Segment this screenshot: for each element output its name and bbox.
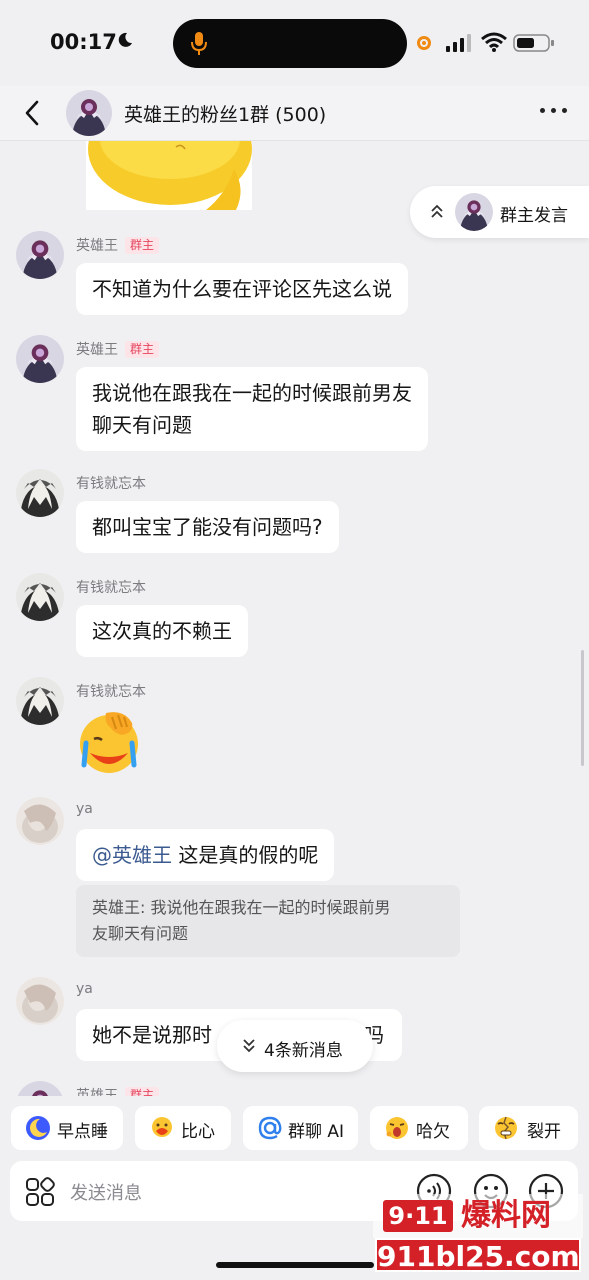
sender-name: 有钱就忘本 [76, 476, 146, 492]
watermark-header: 9·11 爆料网 [373, 1194, 583, 1238]
message-bubble[interactable]: 都叫宝宝了能没有问题吗? [76, 501, 339, 553]
quick-reply-button[interactable]: 哈欠 [370, 1106, 468, 1150]
heart-hands-icon [152, 1117, 172, 1137]
quick-reply-bar: 早点睡 比心 群聊 AI 哈欠 裂开 [0, 1100, 589, 1156]
message-line: 聊天有问题 [92, 413, 192, 437]
owner-messages-label: 群主发言 [500, 206, 568, 226]
message-bubble[interactable]: 不知道为什么要在评论区先这么说 [76, 263, 408, 315]
message-text: 她不是说那时 [92, 1023, 212, 1047]
status-bar: 00:17 [0, 0, 589, 86]
more-options-icon[interactable] [540, 104, 568, 116]
owner-badge: 群主 [125, 237, 160, 254]
avatar[interactable] [16, 977, 64, 1025]
message-line: 我说他在跟我在一起的时候跟前男友 [92, 381, 412, 405]
sender-name: ya [76, 801, 93, 817]
at-icon [258, 1116, 282, 1140]
owner-badge: 群主 [125, 341, 160, 358]
watermark-name: 爆料网 [461, 1198, 551, 1233]
microphone-icon [191, 32, 207, 55]
quoted-message[interactable]: 英雄王: 我说他在跟我在一起的时候跟前男 友聊天有问题 [76, 885, 460, 957]
quick-reply-label: 裂开 [527, 1122, 561, 1142]
double-chevron-down-icon [243, 1039, 255, 1053]
yawn-icon [386, 1117, 408, 1139]
new-messages-button[interactable]: 4条新消息 [217, 1020, 373, 1072]
group-avatar[interactable] [66, 90, 112, 136]
moon-icon [26, 1116, 50, 1140]
recording-indicator-icon [417, 36, 431, 50]
scrollbar[interactable] [581, 650, 584, 766]
sender-name: 英雄王 群主 [76, 339, 160, 359]
avatar[interactable] [16, 677, 64, 725]
avatar[interactable] [16, 573, 64, 621]
message-bubble[interactable]: 这次真的不赖王 [76, 605, 248, 657]
avatar[interactable] [16, 469, 64, 517]
sticker-image [86, 141, 252, 210]
quick-reply-label: 早点睡 [57, 1122, 108, 1142]
quick-reply-label: 群聊 AI [288, 1122, 345, 1142]
avatar[interactable] [16, 231, 64, 279]
quick-reply-button[interactable]: 比心 [135, 1106, 231, 1150]
quick-reply-button[interactable]: 裂开 [479, 1106, 578, 1150]
quick-reply-label: 哈欠 [416, 1122, 450, 1142]
quote-line: 英雄王: 我说他在跟我在一起的时候跟前男 [92, 898, 391, 917]
mention-link[interactable]: @英雄王 [92, 843, 172, 867]
sender-name: ya [76, 981, 93, 997]
quote-line: 友聊天有问题 [92, 924, 189, 943]
owner-avatar [455, 193, 493, 231]
facepalm-crying-emoji-icon[interactable] [76, 709, 142, 775]
moon-icon [118, 32, 132, 47]
watermark: 9·11 爆料网 911bl25.com [373, 1194, 583, 1276]
sender-name: 有钱就忘本 [76, 580, 146, 596]
quick-reply-button[interactable]: 群聊 AI [243, 1106, 358, 1150]
owner-messages-button[interactable]: 群主发言 [410, 186, 589, 238]
chat-header: 英雄王的粉丝1群 (500) [0, 86, 589, 141]
sender-name: 英雄王 群主 [76, 1085, 160, 1096]
apps-grid-icon[interactable] [25, 1177, 55, 1207]
back-arrow-icon[interactable] [20, 98, 44, 128]
wifi-icon [481, 32, 507, 52]
watermark-url: 911bl25.com [375, 1238, 581, 1273]
message-input[interactable]: 发送消息 [70, 1179, 142, 1205]
sender-name: 有钱就忘本 [76, 684, 146, 700]
message-bubble[interactable]: @英雄王 这是真的假的呢 [76, 829, 335, 881]
message-text: 这是真的假的呢 [172, 843, 319, 867]
double-chevron-up-icon [431, 204, 443, 218]
avatar[interactable] [16, 797, 64, 845]
broken-face-icon [495, 1116, 517, 1140]
home-indicator [216, 1262, 374, 1268]
battery-icon [513, 34, 554, 52]
avatar[interactable] [16, 335, 64, 383]
status-time: 00:17 [50, 30, 117, 54]
group-title: 英雄王的粉丝1群 (500) [124, 104, 327, 126]
cellular-signal-icon [446, 34, 471, 52]
sender-name: 英雄王 群主 [76, 235, 160, 255]
owner-badge: 群主 [125, 1087, 160, 1096]
message-bubble[interactable]: 我说他在跟我在一起的时候跟前男友 聊天有问题 [76, 367, 428, 451]
message-list[interactable]: 群主发言 英雄王 群主 不知道为什么要在评论区先这么说 英雄王 群主 我说他在跟我在… [0, 141, 589, 1096]
quick-reply-label: 比心 [181, 1122, 215, 1142]
watermark-logo: 9·11 [383, 1200, 453, 1232]
new-messages-label: 4条新消息 [264, 1041, 343, 1061]
avatar[interactable] [16, 1081, 64, 1096]
quick-reply-button[interactable]: 早点睡 [11, 1106, 123, 1150]
